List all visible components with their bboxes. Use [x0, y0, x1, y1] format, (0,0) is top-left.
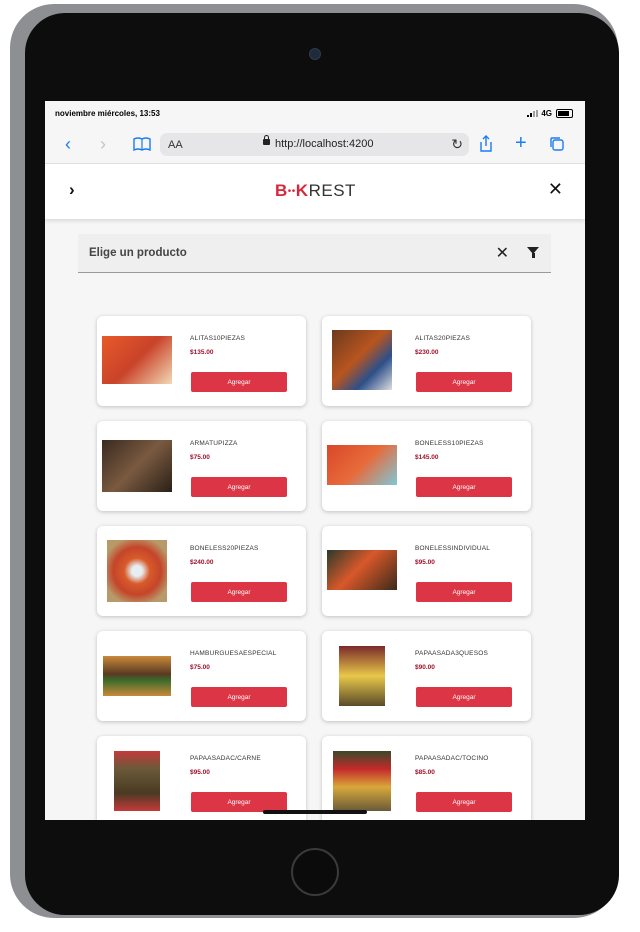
app-header: › B••KREST ✕	[45, 164, 585, 219]
product-price: $95.00	[415, 559, 435, 566]
product-name: ALITAS20PIEZAS	[415, 335, 471, 342]
product-price: $230.00	[415, 349, 439, 356]
add-button[interactable]: Agregar	[416, 687, 512, 707]
product-image	[102, 336, 172, 384]
product-name: BONELESSINDIVIDUAL	[415, 545, 491, 552]
product-price: $90.00	[415, 664, 435, 671]
new-tab-icon[interactable]: +	[515, 133, 527, 153]
browser-toolbar: ‹ › AA http://localhost:4200 ↻ +	[45, 127, 585, 164]
lock-icon	[263, 135, 270, 145]
home-indicator	[263, 810, 367, 814]
product-name: PAPAASADA3QUESOS	[415, 650, 489, 657]
brand-logo: B••KREST	[275, 181, 356, 200]
address-bar[interactable]: AA http://localhost:4200 ↻	[160, 133, 469, 156]
product-image	[327, 550, 397, 590]
product-price: $135.00	[190, 349, 214, 356]
url-text: http://localhost:4200	[275, 138, 374, 150]
share-icon[interactable]	[479, 135, 493, 156]
product-card: PAPAASADAC/TOCINO $85.00 Agregar	[322, 736, 531, 820]
home-button[interactable]	[291, 848, 339, 896]
product-name: PAPAASADAC/CARNE	[190, 755, 261, 762]
product-card: PAPAASADA3QUESOS $90.00 Agregar	[322, 631, 531, 721]
product-image	[103, 656, 171, 696]
search-placeholder: Elige un producto	[89, 247, 187, 259]
product-image	[332, 330, 392, 390]
menu-chevron-icon[interactable]: ›	[69, 180, 75, 200]
status-indicators: 4G	[527, 109, 573, 118]
product-image	[339, 646, 385, 706]
bookmarks-icon[interactable]	[133, 136, 151, 154]
product-price: $145.00	[415, 454, 439, 461]
product-name: ALITAS10PIEZAS	[190, 335, 246, 342]
add-button[interactable]: Agregar	[416, 372, 512, 392]
add-button[interactable]: Agregar	[191, 792, 287, 812]
product-price: $75.00	[190, 454, 210, 461]
status-datetime: noviembre miércoles, 13:53	[55, 109, 160, 118]
product-card: ALITAS20PIEZAS $230.00 Agregar	[322, 316, 531, 406]
product-search[interactable]: Elige un producto ✕	[78, 234, 551, 273]
network-label: 4G	[541, 109, 552, 118]
status-bar: noviembre miércoles, 13:53 4G	[45, 101, 585, 127]
product-card: BONELESSINDIVIDUAL $95.00 Agregar	[322, 526, 531, 616]
tabs-icon[interactable]	[549, 136, 565, 155]
product-image	[327, 445, 397, 485]
add-button[interactable]: Agregar	[191, 687, 287, 707]
text-size-button[interactable]: AA	[168, 139, 183, 151]
add-button[interactable]: Agregar	[416, 582, 512, 602]
product-name: HAMBURGUESAESPECIAL	[190, 650, 277, 657]
filter-icon[interactable]	[527, 247, 539, 258]
product-name: PAPAASADAC/TOCINO	[415, 755, 489, 762]
product-image	[333, 751, 391, 811]
product-name: BONELESS10PIEZAS	[415, 440, 484, 447]
product-card: ARMATUPIZZA $75.00 Agregar	[97, 421, 306, 511]
product-price: $75.00	[190, 664, 210, 671]
product-price: $95.00	[190, 769, 210, 776]
product-price: $240.00	[190, 559, 214, 566]
product-price: $85.00	[415, 769, 435, 776]
product-image	[114, 751, 160, 811]
add-button[interactable]: Agregar	[191, 582, 287, 602]
product-card: BONELESS20PIEZAS $240.00 Agregar	[97, 526, 306, 616]
product-image	[107, 540, 167, 602]
product-name: BONELESS20PIEZAS	[190, 545, 259, 552]
close-icon[interactable]: ✕	[548, 179, 563, 200]
product-card: ALITAS10PIEZAS $135.00 Agregar	[97, 316, 306, 406]
add-button[interactable]: Agregar	[416, 477, 512, 497]
forward-icon[interactable]: ›	[100, 135, 106, 153]
product-card: HAMBURGUESAESPECIAL $75.00 Agregar	[97, 631, 306, 721]
reload-icon[interactable]: ↻	[451, 136, 463, 153]
product-card: BONELESS10PIEZAS $145.00 Agregar	[322, 421, 531, 511]
add-button[interactable]: Agregar	[416, 792, 512, 812]
add-button[interactable]: Agregar	[191, 477, 287, 497]
product-image	[102, 440, 172, 492]
add-button[interactable]: Agregar	[191, 372, 287, 392]
front-camera	[309, 48, 321, 60]
product-card: PAPAASADAC/CARNE $95.00 Agregar	[97, 736, 306, 820]
back-icon[interactable]: ‹	[65, 135, 71, 153]
battery-icon	[556, 109, 573, 118]
product-name: ARMATUPIZZA	[190, 440, 238, 447]
clear-icon[interactable]: ✕	[496, 243, 509, 263]
screen: noviembre miércoles, 13:53 4G ‹ › AA htt…	[45, 101, 585, 820]
signal-icon	[527, 110, 539, 117]
